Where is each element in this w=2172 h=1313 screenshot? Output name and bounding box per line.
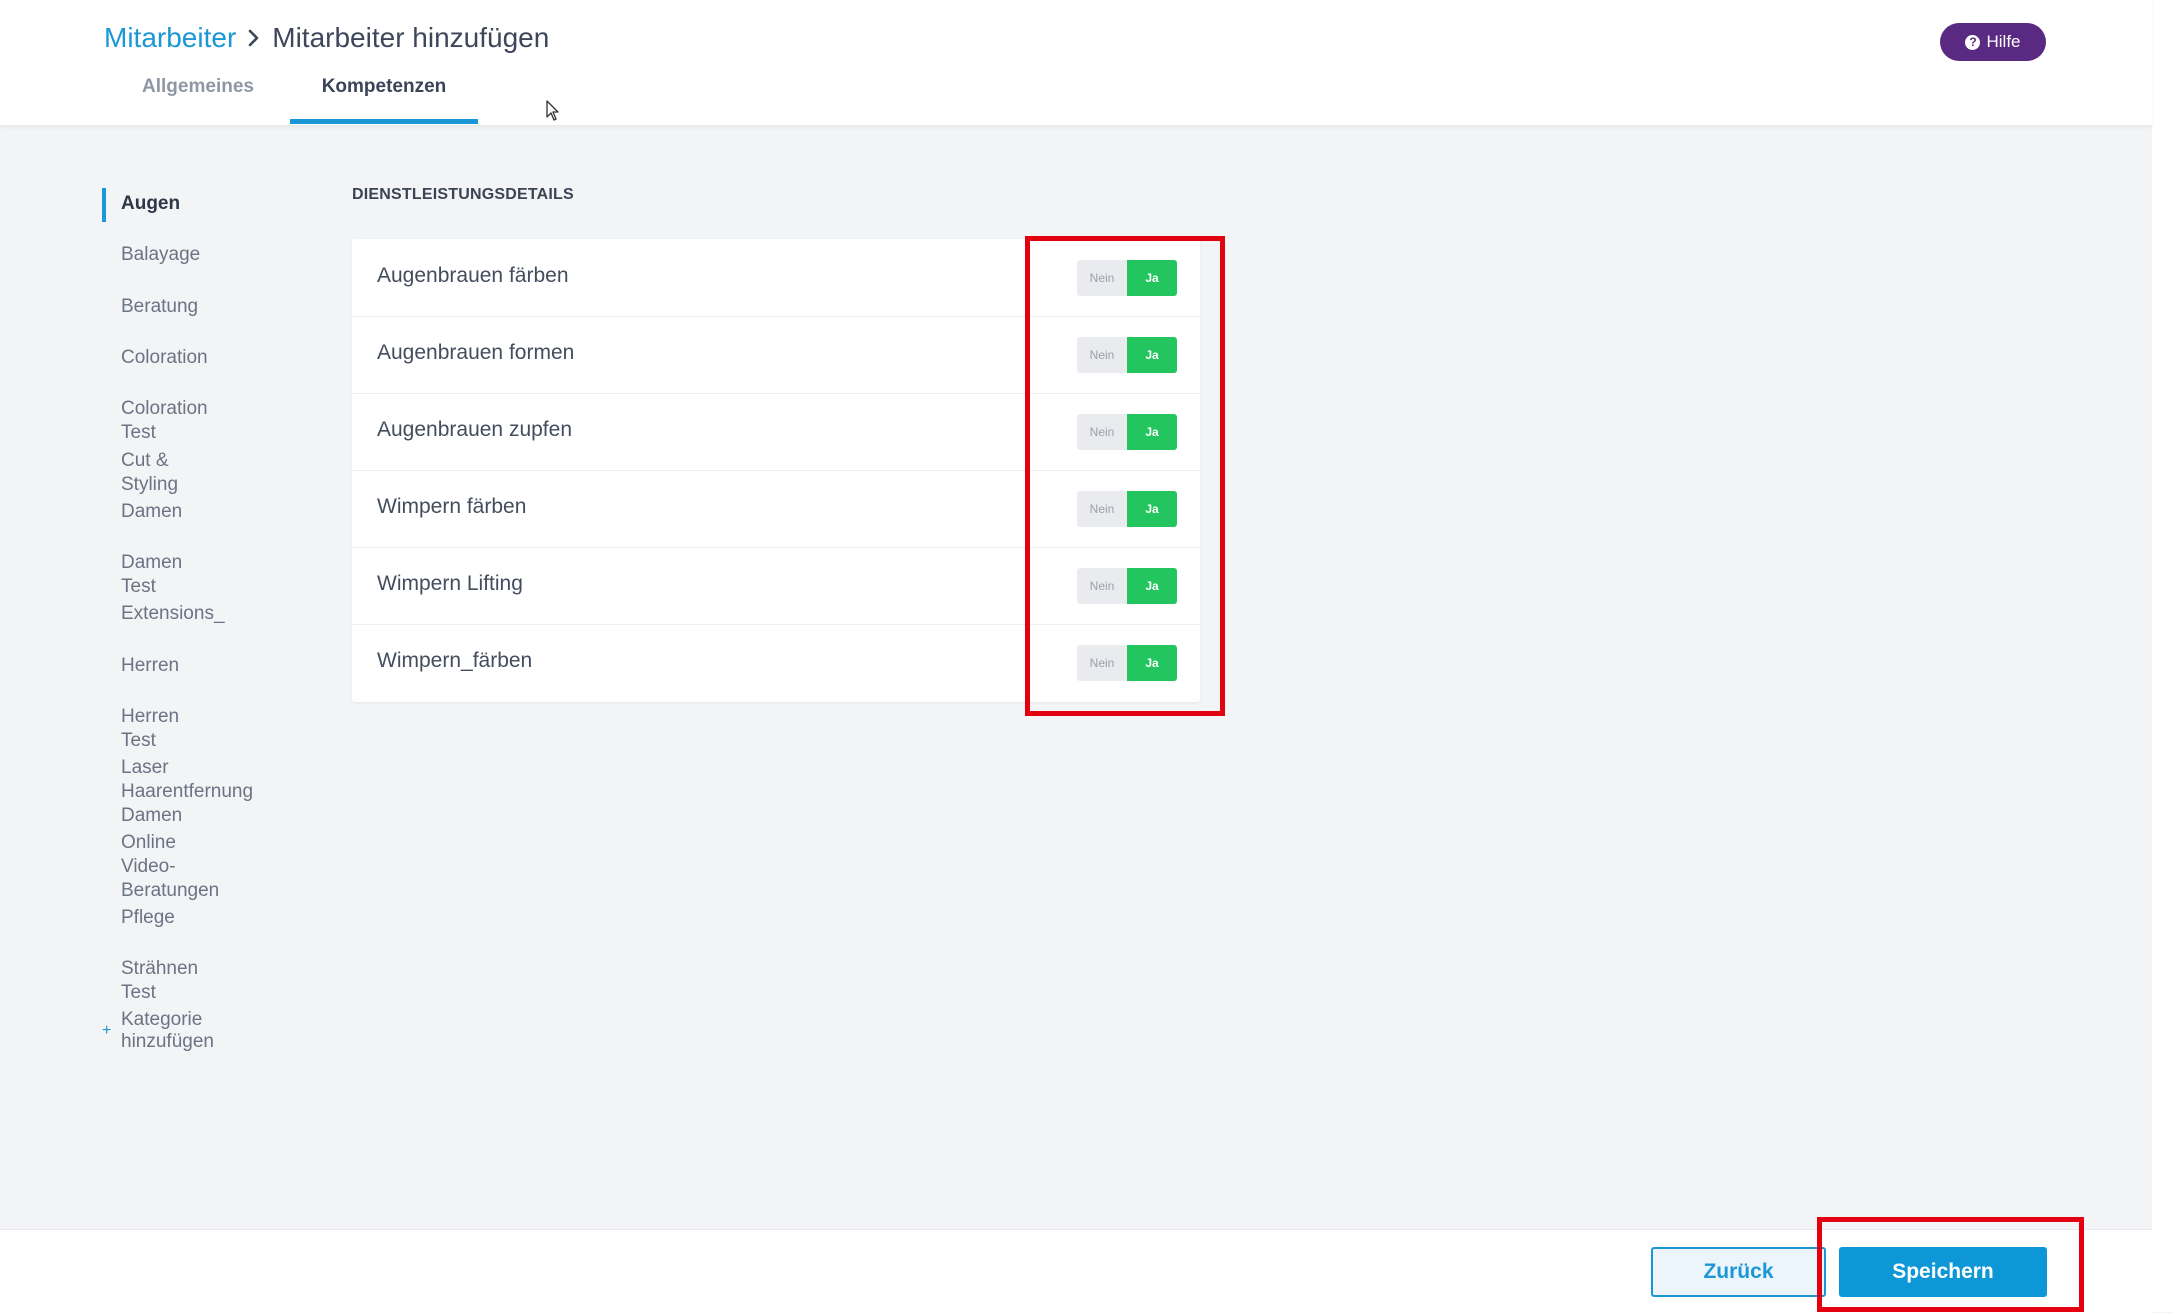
sidebar-item-coloration-test[interactable]: Coloration Test: [121, 397, 208, 445]
section-title: DIENSTLEISTUNGSDETAILS: [352, 186, 574, 203]
sidebar-item-label-line2: Beratungen: [121, 880, 220, 901]
back-button[interactable]: Zurück: [1651, 1247, 1826, 1297]
tab-general[interactable]: Allgemeines: [120, 76, 276, 122]
sidebar-item-herren[interactable]: Herren: [121, 654, 179, 678]
sidebar-item-laser-haarentfernung-damen[interactable]: Laser Haarentfernung Damen: [121, 756, 253, 828]
sidebar-item-augen[interactable]: Augen: [121, 192, 180, 216]
sidebar-item-herren-test[interactable]: Herren Test: [121, 705, 179, 753]
service-name: Wimpern_färben: [377, 649, 533, 672]
sidebar-item-beratung[interactable]: Beratung: [121, 295, 198, 319]
tab-skills[interactable]: Kompetenzen: [290, 76, 478, 122]
service-name: Wimpern Lifting: [377, 572, 523, 595]
service-name: Augenbrauen färben: [377, 264, 569, 287]
highlight-toggles-box: [1025, 236, 1225, 716]
service-name: Augenbrauen formen: [377, 341, 575, 364]
help-button[interactable]: ? Hilfe: [1940, 23, 2046, 61]
help-button-label: Hilfe: [1986, 32, 2021, 51]
sidebar-item-label: Laser Haarentfernung: [121, 757, 254, 802]
sidebar-item-straehnen-test[interactable]: Strähnen Test: [121, 957, 198, 1005]
breadcrumb-link-employees[interactable]: Mitarbeiter: [104, 22, 236, 54]
sidebar-item-label-line2: Damen: [121, 805, 183, 826]
sidebar-item-extensions[interactable]: Extensions_: [121, 602, 225, 626]
sidebar-item-damen-test[interactable]: Damen Test: [121, 551, 182, 599]
question-circle-icon: ?: [1965, 34, 1981, 50]
sidebar-item-cut-styling[interactable]: Cut & Styling: [121, 449, 178, 497]
sidebar-item-damen[interactable]: Damen: [121, 500, 182, 524]
mouse-cursor-icon: [546, 100, 559, 121]
plus-icon: +: [102, 1022, 112, 1039]
sidebar-item-label: Online Video-: [121, 832, 176, 877]
sidebar-item-online-video-beratungen[interactable]: Online Video- Beratungen: [121, 831, 219, 903]
right-edge-gutter: [2152, 0, 2172, 1312]
chevron-right-icon: [248, 29, 260, 47]
sidebar-item-pflege[interactable]: Pflege: [121, 906, 175, 930]
active-tab-indicator: [290, 119, 478, 124]
add-category-label: Kategorie hinzufügen: [121, 1009, 214, 1052]
sidebar-item-coloration[interactable]: Coloration: [121, 346, 208, 370]
breadcrumb: Mitarbeiter Mitarbeiter hinzufügen: [104, 22, 549, 54]
highlight-save-box: [1817, 1217, 2084, 1312]
service-name: Augenbrauen zupfen: [377, 418, 572, 441]
active-category-indicator: [102, 188, 106, 222]
add-category-button[interactable]: + Kategorie hinzufügen: [102, 1009, 214, 1053]
service-name: Wimpern färben: [377, 495, 527, 518]
sidebar-item-balayage[interactable]: Balayage: [121, 243, 200, 267]
page-title: Mitarbeiter hinzufügen: [272, 22, 550, 53]
page-header: Mitarbeiter Mitarbeiter hinzufügen ? Hil…: [0, 0, 2152, 125]
